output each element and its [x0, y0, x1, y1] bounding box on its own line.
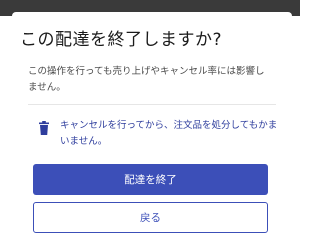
notice-text: キャンセルを行ってから、注文品を処分してもかまいません。: [60, 120, 278, 147]
back-button-label: 戻る: [140, 212, 161, 224]
trash-icon: [39, 121, 49, 135]
back-button[interactable]: 戻る: [33, 202, 268, 233]
end-delivery-button[interactable]: 配達を終了: [33, 164, 268, 195]
dispose-notice: キャンセルを行ってから、注文品を処分してもかまいません。: [28, 118, 278, 152]
dialog-description: この操作を行っても売り上げやキャンセル率には影響しません。: [28, 66, 265, 93]
dialog-title: この配達を終了しますか?: [20, 30, 223, 50]
divider: [28, 104, 276, 105]
screen: この配達を終了しますか? この操作を行っても売り上げやキャンセル率には影響しませ…: [0, 0, 300, 242]
end-delivery-button-label: 配達を終了: [124, 174, 177, 186]
